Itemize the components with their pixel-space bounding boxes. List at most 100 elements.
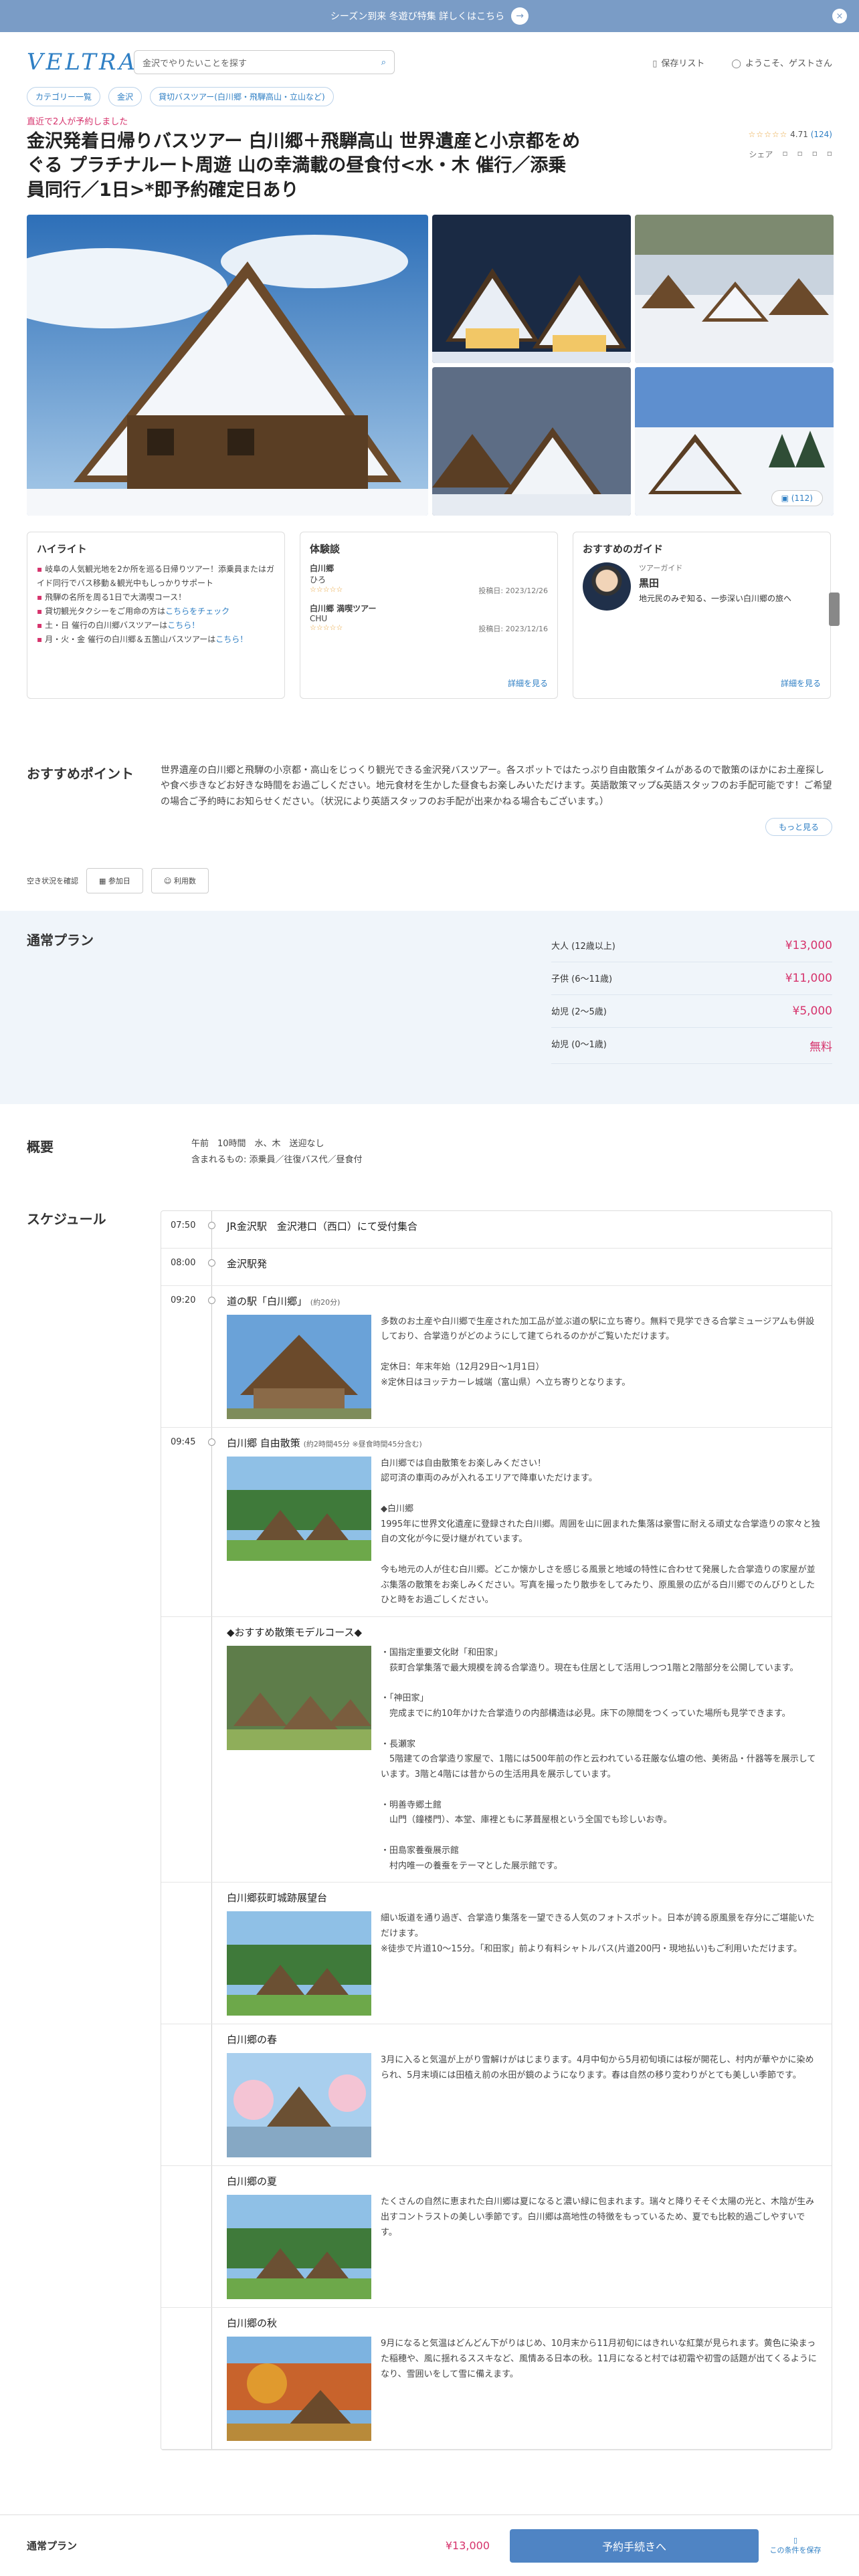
schedule-time [161, 2166, 208, 2307]
timeline-dot-icon [208, 1296, 215, 1304]
schedule-time: 07:50 [171, 1220, 196, 1230]
timeline-line [208, 2166, 216, 2308]
search-placeholder: 金沢でやりたいことを探す [142, 58, 248, 69]
highlight-item: ▪ 月・火・金 催行の白川郷＆五箇山バスツアーはこちら！ [37, 635, 248, 645]
schedule-photo[interactable] [227, 1314, 371, 1419]
points-heading: おすすめポイント [27, 766, 134, 782]
guide-name: 黒田 [639, 577, 660, 590]
people-select-button[interactable]: ☺ 利用数 [151, 867, 209, 893]
bullet-icon: ▪ [37, 564, 43, 574]
guide-more-link[interactable]: 詳細を見る [781, 677, 821, 689]
schedule-item: 09:20 道の駅「白川郷」 (約20分) 多数のお土産や白川郷で生産された加工品が… [161, 1285, 832, 1428]
reviews-more-link[interactable]: 詳細を見る [508, 677, 548, 689]
schedule-item: 白川郷の秋 9月になると気温はどんどん下がりはじめ、10月末から11月初旬にはき… [161, 2308, 832, 2450]
reviews-heading: 体験談 [310, 543, 341, 556]
timeline-dot-icon [208, 1438, 215, 1446]
gallery-photo[interactable] [635, 215, 834, 364]
guide-tagline: 地元民のみぞ知る、一歩深い白川郷の旅へ [639, 594, 792, 604]
highlight-item: ▪ 飛騨の名所を周る1日で大満喫コース！ [37, 593, 187, 603]
rating-summary[interactable]: ☆☆☆☆☆ 4.71 (124) シェア ▫ ▫ ▫ ▫ [749, 130, 832, 203]
availability-label: 空き状況を確認 [27, 876, 78, 885]
highlight-link[interactable]: こちら！ [215, 635, 248, 644]
timeline-line [208, 2308, 216, 2450]
schedule-time [161, 1617, 208, 1882]
timeline-dot-icon [208, 1259, 215, 1267]
book-button[interactable]: 予約手続きへ [510, 2529, 759, 2563]
save-conditions-button[interactable]: ▯ この条件を保存 [759, 2536, 832, 2555]
breadcrumb-item[interactable]: 金沢 [108, 87, 142, 106]
reviews-card: 体験談 白川郷 ひろ ☆☆☆☆☆ 投稿日: 2023/12/26 白川郷 満喫ツア… [300, 532, 558, 700]
schedule-time [161, 2308, 208, 2449]
review-item[interactable]: 白川郷 満喫ツアー CHU ☆☆☆☆☆ 投稿日: 2023/12/16 [310, 603, 548, 634]
close-icon[interactable]: × [832, 9, 847, 23]
schedule-description: 3月に入ると気温が上がり雪解けがはじまります。4月中旬から5月初旬頃には桜が開花… [381, 2055, 814, 2081]
share-line-icon[interactable]: ▫ [812, 148, 818, 160]
review-date: 投稿日: 2023/12/16 [478, 625, 548, 634]
people-icon: ☺ [163, 876, 174, 885]
timeline-line [208, 1617, 216, 1883]
highlight-item: ▪ 岐阜の人気観光地を2か所を巡る日帰りツアー！添乗員またはガイド同行でバス移動＆… [37, 564, 275, 588]
breadcrumb-item[interactable]: 貸切バスツアー(白川郷・飛騨高山・立山など) [150, 87, 334, 106]
price-row: 幼児 (2～5歳) ¥5,000 [551, 995, 832, 1028]
rating-score: 4.71 [790, 130, 808, 139]
booking-notice: 直近で2人が予約しました [27, 117, 128, 127]
schedule-photo[interactable] [227, 2053, 371, 2158]
rating-stars: ☆☆☆☆☆ [748, 130, 788, 139]
footer-price: ¥13,000 [445, 2539, 490, 2552]
price-row: 子供 (6～11歳) ¥11,000 [551, 962, 832, 995]
site-logo[interactable]: VELTRA [27, 49, 135, 76]
date-select-button[interactable]: ▦ 参加日 [86, 867, 143, 893]
guide-heading: おすすめのガイド [583, 543, 664, 556]
photo-gallery[interactable]: ▣ (112) [27, 215, 834, 516]
schedule-photo[interactable] [227, 1911, 371, 2016]
schedule-time [161, 2024, 208, 2165]
arrow-right-icon[interactable]: → [511, 7, 529, 25]
schedule-title: 道の駅「白川郷」 [227, 1295, 308, 1307]
schedule-item: ◆おすすめ散策モデルコース◆ ・国指定重要文化財「和田家」 荻町合掌集落で最大規… [161, 1617, 832, 1883]
schedule-photo[interactable] [227, 2195, 371, 2300]
guide-card: おすすめのガイド ツアーガイド 黒田 地元民のみぞ知る、一歩深い白川郷の旅へ 詳… [573, 532, 840, 700]
schedule-photo[interactable] [227, 1456, 371, 1561]
schedule-title: 白川郷 自由散策 [227, 1436, 300, 1449]
schedule-title: 白川郷の夏 [227, 2175, 278, 2188]
review-stars: ☆☆☆☆☆ [310, 585, 343, 595]
highlight-link[interactable]: こちらをチェック [165, 607, 229, 616]
search-input[interactable]: 金沢でやりたいことを探す ⌕ [134, 50, 395, 74]
review-item[interactable]: 白川郷 ひろ ☆☆☆☆☆ 投稿日: 2023/12/26 [310, 562, 548, 596]
account-link[interactable]: ◯ ようこそ、ゲストさん [731, 56, 832, 69]
timeline-line [208, 1285, 216, 1427]
schedule-title: ◆おすすめ散策モデルコース◆ [227, 1626, 363, 1639]
breadcrumb-item[interactable]: カテゴリー一覧 [27, 87, 101, 106]
promo-banner[interactable]: シーズン到来 冬遊び特集 詳しくはこちら → × [0, 0, 859, 32]
review-count[interactable]: (124) [811, 130, 832, 139]
bookmark-icon: ▯ [652, 58, 658, 69]
overview-heading: 概要 [27, 1138, 54, 1155]
highlight-link[interactable]: こちら！ [167, 621, 199, 630]
search-icon[interactable]: ⌕ [381, 58, 386, 68]
bullet-icon: ▪ [37, 607, 43, 617]
share-twitter-icon[interactable]: ▫ [797, 148, 803, 160]
plan-heading: 通常プラン [27, 932, 94, 948]
share-link-icon[interactable]: ▫ [827, 148, 832, 160]
share-facebook-icon[interactable]: ▫ [782, 148, 787, 160]
price-table: 大人 (12歳以上) ¥13,000 子供 (6～11歳) ¥11,000 幼児 (… [551, 930, 832, 1064]
promo-banner-text[interactable]: シーズン到来 冬遊び特集 詳しくはこちら [330, 9, 504, 23]
side-tab[interactable] [829, 593, 840, 627]
schedule-photo[interactable] [227, 1646, 371, 1751]
schedule-heading: スケジュール [27, 1210, 106, 1227]
plan-section: 通常プラン 大人 (12歳以上) ¥13,000 子供 (6～11歳) ¥11,00… [0, 910, 859, 1104]
photo-count-badge[interactable]: ▣ (112) [771, 490, 823, 507]
saved-list-link[interactable]: ▯ 保存リスト [652, 56, 704, 69]
review-title: 白川郷 満喫ツアー [310, 604, 377, 614]
gallery-main-photo[interactable] [27, 215, 428, 516]
show-more-button[interactable]: もっと見る [765, 817, 832, 836]
gallery-photo[interactable] [432, 215, 631, 364]
bullet-icon: ▪ [37, 621, 43, 631]
overview-details: 午前 10時間 水、木 送迎なし [191, 1138, 324, 1149]
gallery-photo[interactable] [432, 367, 631, 516]
timeline-line [208, 1883, 216, 2024]
guide-avatar [583, 562, 631, 611]
schedule-title: JR金沢駅 金沢港口（西口）にて受付集合 [227, 1220, 417, 1232]
schedule-photo[interactable] [227, 2337, 371, 2442]
footer-plan-label: 通常プラン [27, 2540, 78, 2552]
